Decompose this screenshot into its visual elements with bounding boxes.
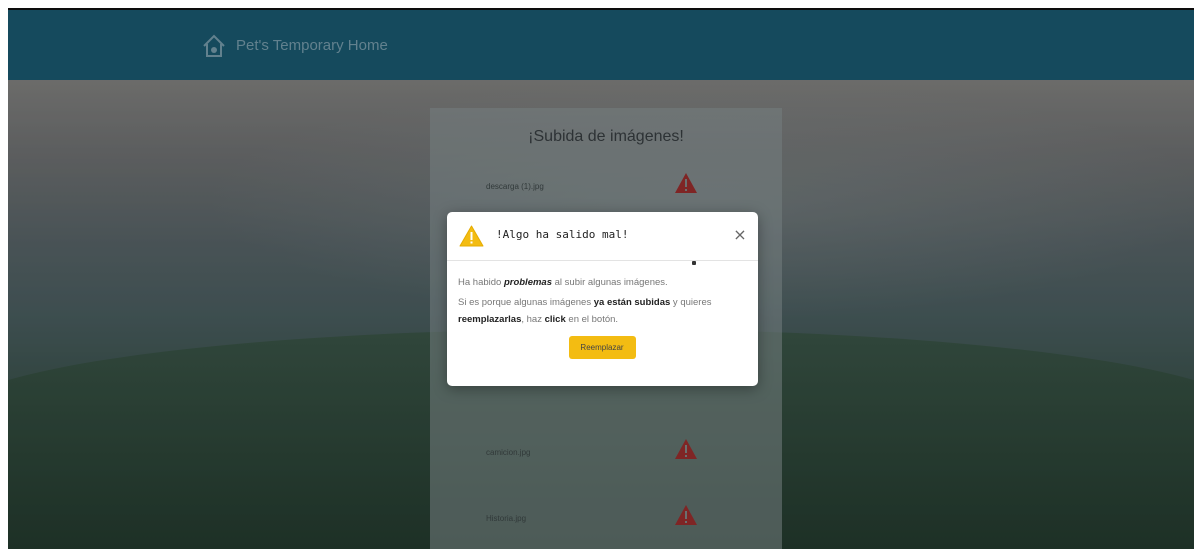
text-segment: , haz xyxy=(521,314,545,325)
warning-icon xyxy=(459,225,484,247)
text-segment: y quieres xyxy=(670,297,712,308)
bold-text: click xyxy=(544,314,566,325)
error-modal: !Algo ha salido mal! × Ha habido problem… xyxy=(447,212,758,386)
message-line-1: Ha habido problemas al subir algunas imá… xyxy=(458,274,746,291)
replace-button[interactable]: Reemplazar xyxy=(568,336,636,359)
close-button[interactable]: × xyxy=(730,225,750,245)
text-segment: Ha habido xyxy=(458,277,504,288)
emphasis-text: problemas xyxy=(503,277,552,288)
bold-text: ya están subidas xyxy=(593,297,671,308)
message-line-2: Si es porque algunas imágenes ya están s… xyxy=(458,294,746,328)
text-segment: en el botón. xyxy=(565,314,619,325)
bold-text: reemplazarlas xyxy=(458,314,522,325)
modal-header: !Algo ha salido mal! × xyxy=(447,212,758,261)
text-segment: Si es porque algunas imágenes xyxy=(458,297,594,308)
text-segment: al subir algunas imágenes. xyxy=(552,277,668,288)
button-row: Reemplazar xyxy=(458,336,746,359)
mouse-cursor xyxy=(692,261,696,265)
modal-body: Ha habido problemas al subir algunas imá… xyxy=(447,261,758,359)
modal-title: !Algo ha salido mal! xyxy=(496,228,629,241)
